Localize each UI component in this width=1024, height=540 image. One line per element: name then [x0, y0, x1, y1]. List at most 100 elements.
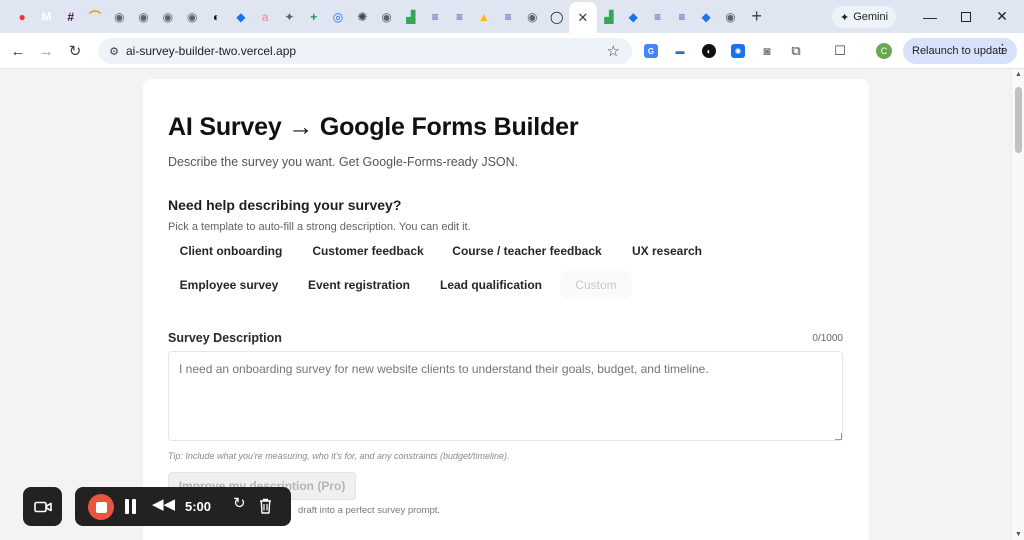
- forms-icon: ≡: [504, 9, 512, 24]
- browser-tab[interactable]: ◉: [374, 0, 398, 33]
- profile-avatar[interactable]: C: [876, 43, 892, 59]
- chrome-icon: ◉: [725, 9, 736, 24]
- extension-blue[interactable]: ✺: [729, 42, 747, 60]
- close-icon: ✕: [996, 8, 1008, 24]
- forms-icon: ≡: [455, 9, 463, 24]
- recorder-controls: ◀◀ 5:00 ↻: [75, 487, 291, 526]
- translate-icon: G: [644, 44, 658, 58]
- restart-icon[interactable]: ↻: [233, 496, 246, 511]
- help-heading: Need help describing your survey?: [168, 197, 402, 213]
- template-chip[interactable]: Event registration: [296, 271, 422, 299]
- stop-recording-button[interactable]: [88, 494, 114, 520]
- pause-recording-button[interactable]: [125, 499, 139, 515]
- browser-tab[interactable]: ◆: [229, 0, 253, 33]
- browser-tab[interactable]: ◆: [621, 0, 645, 33]
- template-chip[interactable]: Employee survey: [168, 271, 290, 299]
- rewind-icon[interactable]: ◀◀: [152, 497, 175, 512]
- template-chip[interactable]: Client onboarding: [168, 237, 294, 265]
- template-chip[interactable]: Customer feedback: [300, 237, 436, 265]
- template-chip[interactable]: UX research: [618, 237, 716, 265]
- browser-tab[interactable]: ⌒: [83, 0, 107, 33]
- video-camera-icon: [33, 501, 52, 512]
- resize-handle-icon[interactable]: [835, 433, 842, 440]
- browser-tab[interactable]: #: [59, 0, 83, 33]
- browser-tab[interactable]: ▟: [597, 0, 621, 33]
- template-chip[interactable]: Lead qualification: [428, 271, 554, 299]
- description-tip: Tip: Include what you're measuring, who …: [168, 451, 510, 461]
- gemini-button[interactable]: ✦ Gemini: [832, 6, 896, 28]
- browser-tab[interactable]: ◉: [718, 0, 742, 33]
- forms-icon: ≡: [654, 9, 662, 24]
- maximize-button[interactable]: [948, 0, 984, 33]
- blue-gear-icon: ✺: [731, 44, 745, 58]
- reading-list-button[interactable]: ☐: [831, 42, 849, 60]
- browser-tab[interactable]: ◉: [131, 0, 155, 33]
- extensions-button[interactable]: ⧉: [787, 42, 805, 60]
- browser-tab[interactable]: ◉: [520, 0, 544, 33]
- browser-tab[interactable]: ◉: [107, 0, 131, 33]
- browser-tab[interactable]: ●: [10, 0, 34, 33]
- forward-button[interactable]: →: [36, 41, 56, 61]
- page-title: AI Survey → Google Forms Builder: [168, 113, 579, 141]
- extension-camera[interactable]: ◙: [758, 42, 776, 60]
- close-window-button[interactable]: ✕: [984, 0, 1020, 33]
- browser-tab[interactable]: ◉: [156, 0, 180, 33]
- browser-tab[interactable]: a: [253, 0, 277, 33]
- blue-square-icon: ◆: [236, 9, 246, 24]
- address-bar[interactable]: ⚙ ai-survey-builder-two.vercel.app ☆: [98, 38, 632, 64]
- globe-icon: ◉: [162, 9, 174, 24]
- browser-tab[interactable]: +: [302, 0, 326, 33]
- browser-tab[interactable]: ✦: [277, 0, 301, 33]
- bookmark-star-icon[interactable]: ☆: [607, 42, 620, 60]
- gmail-icon: M: [41, 9, 52, 24]
- page-scrollbar[interactable]: ▲ ▼: [1011, 69, 1024, 540]
- relaunch-button[interactable]: Relaunch to update ⋮: [903, 38, 1017, 64]
- recording-timer: 5:00: [185, 499, 212, 514]
- browser-tab[interactable]: ◐: [204, 0, 228, 33]
- browser-tab[interactable]: ◉: [180, 0, 204, 33]
- back-button[interactable]: ←: [8, 41, 28, 61]
- scroll-down-icon[interactable]: ▼: [1015, 531, 1022, 538]
- browser-tab[interactable]: ◆: [694, 0, 718, 33]
- more-vertical-icon[interactable]: ⋮: [996, 42, 1009, 55]
- scroll-up-icon[interactable]: ▲: [1015, 71, 1022, 78]
- extension-meter[interactable]: ▬: [671, 42, 689, 60]
- browser-tab[interactable]: ≡: [423, 0, 447, 33]
- arrow-left-icon: ←: [10, 42, 26, 60]
- extension-translate[interactable]: G: [642, 42, 660, 60]
- page-subtitle: Describe the survey you want. Get Google…: [168, 155, 519, 169]
- gemini-sparkle-icon: ✦: [839, 11, 850, 24]
- reading-list-icon: ☐: [834, 43, 846, 58]
- puzzle-icon: ⧉: [791, 43, 801, 58]
- browser-tab[interactable]: M: [34, 0, 58, 33]
- template-chip[interactable]: Course / teacher feedback: [442, 237, 612, 265]
- site-settings-icon[interactable]: ⚙: [102, 45, 126, 58]
- chart-icon: ▟: [604, 9, 614, 24]
- minimize-button[interactable]: —: [912, 0, 948, 33]
- browser-tab[interactable]: ◯: [545, 0, 569, 33]
- globe-icon: ◉: [381, 9, 392, 24]
- reload-button[interactable]: ↻: [65, 41, 85, 61]
- globe-icon: ◉: [527, 9, 538, 24]
- browser-tab[interactable]: ✺: [350, 0, 374, 33]
- tab-active[interactable]: ✕: [568, 2, 597, 33]
- trash-icon[interactable]: [259, 498, 272, 514]
- survey-description-input[interactable]: [168, 351, 843, 441]
- tool-icon: ✦: [284, 9, 295, 24]
- new-tab-button[interactable]: +: [743, 0, 771, 33]
- browser-tab[interactable]: ≡: [670, 0, 694, 33]
- browser-tab[interactable]: ≡: [447, 0, 471, 33]
- browser-tab[interactable]: ▟: [399, 0, 423, 33]
- browser-tab[interactable]: ≡: [645, 0, 669, 33]
- browser-tab[interactable]: ◎: [326, 0, 350, 33]
- recorder-camera-button[interactable]: [23, 487, 62, 526]
- camera-icon: ◙: [763, 44, 771, 58]
- sheets-plus-icon: +: [310, 9, 318, 24]
- chatgpt-icon: ✺: [357, 9, 368, 24]
- scrollbar-thumb[interactable]: [1015, 87, 1022, 153]
- browser-tab[interactable]: ≡: [496, 0, 520, 33]
- perplexity-icon: ◐: [212, 9, 221, 24]
- browser-tab[interactable]: ▲: [472, 0, 496, 33]
- minimize-icon: —: [923, 8, 937, 25]
- extension-perplexity[interactable]: ◐: [700, 42, 718, 60]
